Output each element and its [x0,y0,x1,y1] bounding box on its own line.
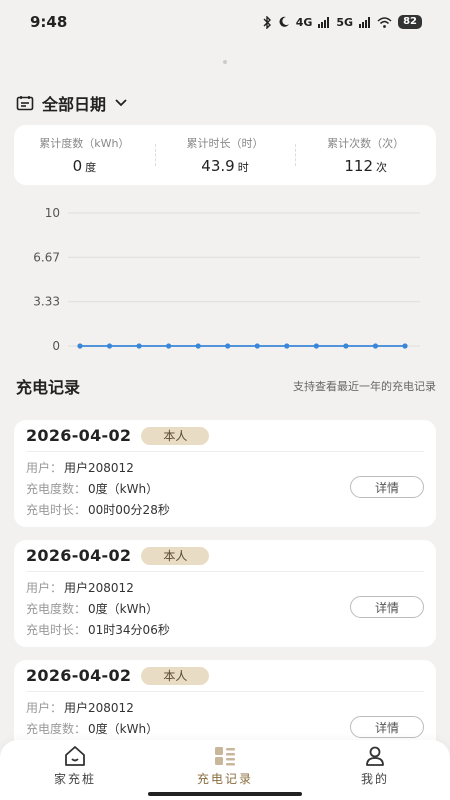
record-card[interactable]: 2026-04-02 本人 用户： 用户208012 充电度数： 0度（kWh） 充… [14,420,436,527]
chart-point [402,343,408,349]
tab-label: 充电记录 [196,772,253,786]
tab-label: 我的 [360,772,389,786]
record-header: 2026-04-02 本人 [26,660,424,692]
record-duration: 00时00分28秒 [88,503,170,517]
detail-button[interactable]: 详情 [350,476,424,498]
record-user: 用户208012 [64,701,134,715]
chart-point [313,343,319,349]
moon-icon [279,16,289,27]
tab-home-charger[interactable]: 家充桩 [0,740,150,800]
owner-badge: 本人 [141,666,210,685]
chart-y-tick-label: 6.67 [33,250,60,264]
summary-count-value: 112 [344,156,373,175]
summary-energy-unit: 度 [85,160,97,174]
record-duration-label: 充电时长： [26,623,87,637]
record-duration: 01时34分06秒 [88,623,170,637]
calendar-icon [16,96,34,111]
record-user: 用户208012 [64,461,134,475]
signal-4g-label: 4G [295,15,313,29]
record-header: 2026-04-02 本人 [26,540,424,572]
chart-point [372,343,379,349]
summary-duration: 累计时长（时） 43.9 时 [154,136,296,175]
date-filter-dropdown[interactable]: 全部日期 [16,92,128,114]
records-icon [215,747,235,766]
record-header: 2026-04-02 本人 [26,420,424,452]
summary-energy-value-row: 0度 [14,157,155,175]
chart-point [77,343,83,349]
summary-count-value-row: 112 次 [295,157,436,175]
record-energy-label: 充电度数： [26,722,87,736]
chart-point [136,343,142,349]
summary-count-unit: 次 [376,160,387,174]
record-user-label: 用户： [26,701,63,715]
chart-point [254,343,260,349]
record-duration-line: 充电时长： 01时34分06秒 [26,620,424,641]
chart-point [284,343,290,349]
home-indicator [148,792,302,796]
summary-duration-label: 累计时长（时） [186,136,264,150]
summary-duration-value-row: 43.9 时 [155,157,296,175]
records-section-header: 充电记录 支持查看最近一年的充电记录 [16,374,436,398]
summary-duration-unit: 时 [237,160,249,174]
page-indicator-dot [223,60,227,64]
chart-point [106,343,113,349]
record-energy: 0度（kWh） [88,482,159,496]
chart-point [343,343,349,349]
record-duration-line: 充电时长： 00时00分28秒 [26,500,424,521]
person-icon [366,746,384,766]
chevron-down-icon [115,99,127,107]
record-date: 2026-04-02 [26,546,132,565]
record-energy-label: 充电度数： [26,602,87,616]
summary-energy-label: 累计度数（kWh） [39,136,130,150]
signal-5g-icon [359,16,371,28]
bottom-tab-bar: 家充桩 充电记录 我的 [0,740,450,800]
tab-charging-records[interactable]: 充电记录 [150,740,300,800]
status-bar: 9:48 4G 5G 82 [0,0,450,44]
detail-button[interactable]: 详情 [350,596,424,618]
summary-card: 累计度数（kWh） 0度 累计时长（时） 43.9 时 累计次数（次） 112 次 [14,125,436,185]
record-user: 用户208012 [64,581,134,595]
chart-point [166,343,172,349]
record-user-label: 用户： [26,581,63,595]
chart-y-tick-label: 10 [45,206,60,220]
record-user-label: 用户： [26,461,63,475]
summary-energy: 累计度数（kWh） 0度 [14,136,155,175]
record-duration-label: 充电时长： [26,503,87,517]
battery-indicator: 82 [398,15,422,29]
wifi-icon [377,16,392,28]
section-title: 充电记录 [16,378,81,397]
owner-badge: 本人 [141,546,210,565]
signal-4g-icon [318,16,330,28]
status-time: 9:48 [30,13,68,31]
tab-label: 家充桩 [53,772,96,786]
detail-button[interactable]: 详情 [350,716,424,738]
chart-point [195,343,201,349]
record-energy: 0度（kWh） [88,602,159,616]
home-icon [65,746,85,766]
summary-energy-value: 0 [72,156,83,175]
record-energy: 0度（kWh） [88,722,159,736]
bluetooth-icon [263,15,271,29]
summary-count: 累计次数（次） 112 次 [295,136,436,175]
chart-y-tick-label: 3.33 [33,295,60,309]
record-energy-label: 充电度数： [26,482,87,496]
owner-badge: 本人 [141,426,210,445]
summary-duration-value: 43.9 [201,156,235,175]
record-card[interactable]: 2026-04-02 本人 用户： 用户208012 充电度数： 0度（kWh） 充… [14,540,436,647]
signal-5g-label: 5G [336,15,354,29]
record-date: 2026-04-02 [26,426,132,445]
record-list[interactable]: 2026-04-02 本人 用户： 用户208012 充电度数： 0度（kWh） 充… [14,420,436,780]
chart-y-tick-label: 0 [52,339,60,353]
charging-chart: 10 6.67 3.33 0 [33,206,420,353]
record-date: 2026-04-02 [26,666,132,685]
summary-count-label: 累计次数（次） [327,136,405,150]
tab-profile[interactable]: 我的 [300,740,450,800]
section-hint: 支持查看最近一年的充电记录 [293,380,436,393]
status-icons: 4G 5G 82 [262,15,422,29]
date-filter-label: 全部日期 [42,95,107,114]
chart-point [225,343,231,349]
